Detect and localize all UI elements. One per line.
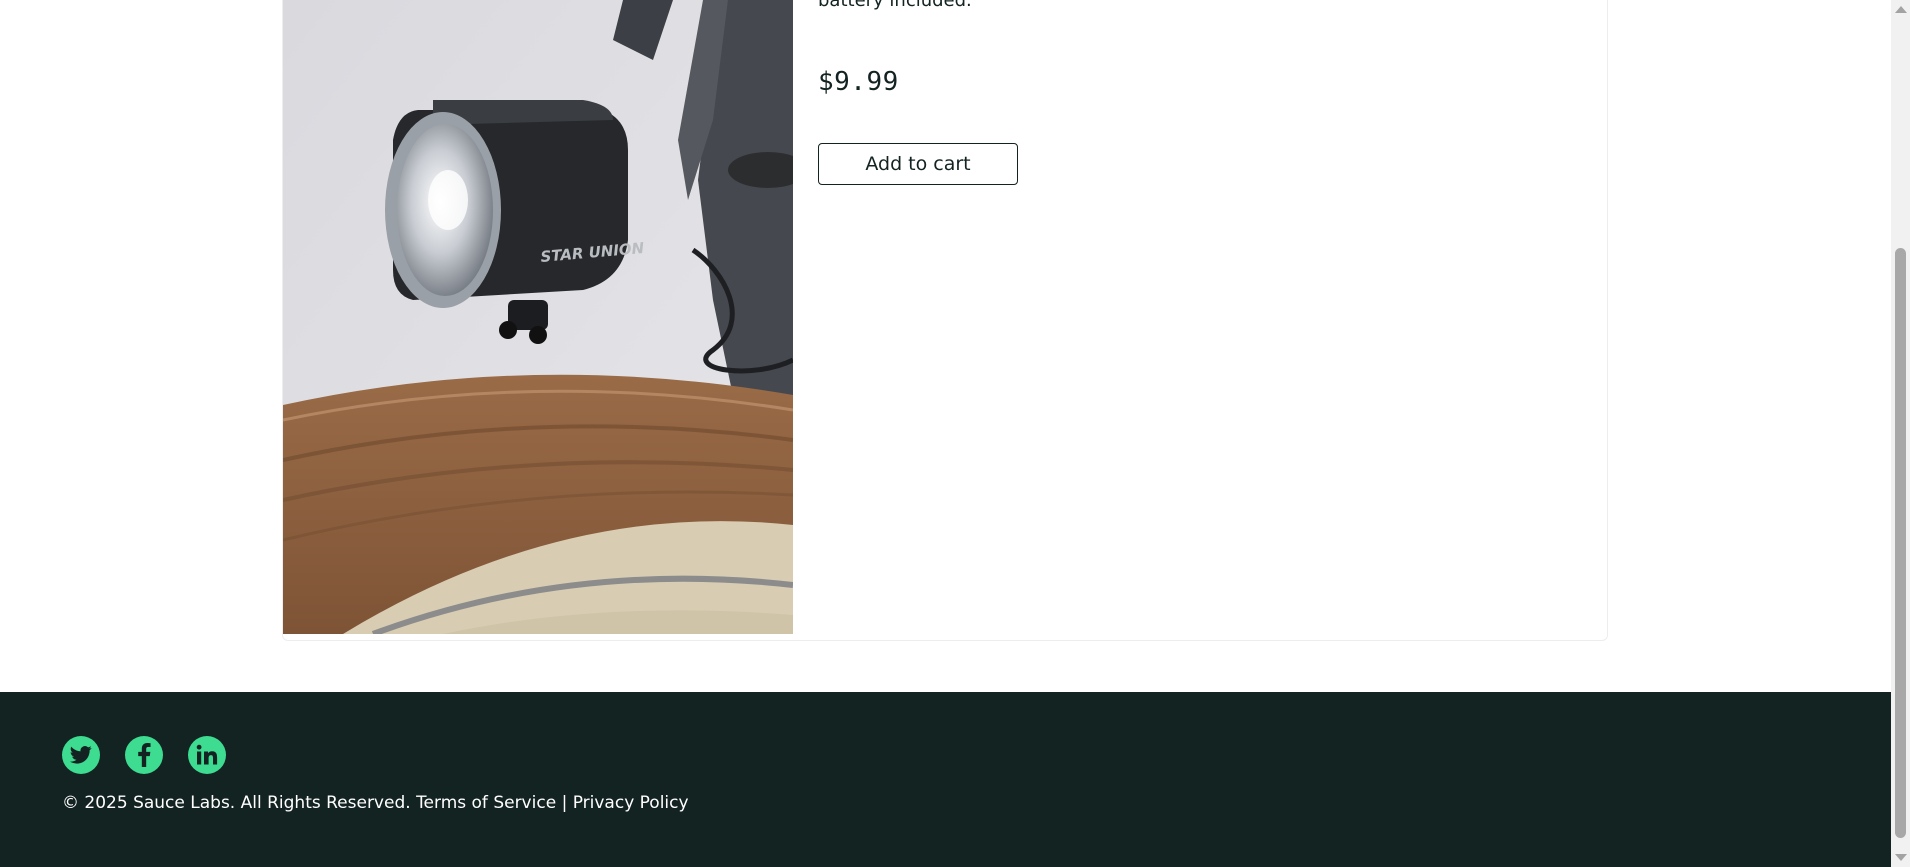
twitter-icon: [70, 746, 92, 764]
linkedin-icon: [196, 744, 218, 765]
product-image: STAR UNION: [283, 0, 793, 634]
copyright-text: © 2025 Sauce Labs. All Rights Reserved.: [62, 793, 411, 813]
footer: © 2025 Sauce Labs. All Rights Reserved. …: [0, 692, 1891, 867]
page: STAR UNION battery included. $9.99 Add t…: [0, 0, 1891, 867]
terms-of-service-link[interactable]: Terms of Service: [416, 793, 556, 813]
social-links: [62, 736, 226, 774]
scroll-down-icon[interactable]: [1895, 854, 1907, 861]
footer-separator: |: [561, 793, 568, 813]
scroll-up-icon[interactable]: [1895, 6, 1907, 13]
facebook-link[interactable]: [125, 736, 163, 774]
twitter-link[interactable]: [62, 736, 100, 774]
product-description: battery included.: [818, 0, 972, 11]
linkedin-link[interactable]: [188, 736, 226, 774]
add-to-cart-button[interactable]: Add to cart: [818, 143, 1018, 185]
privacy-policy-link[interactable]: Privacy Policy: [573, 793, 689, 813]
footer-legal: © 2025 Sauce Labs. All Rights Reserved. …: [62, 793, 689, 813]
vertical-scrollbar[interactable]: [1891, 0, 1910, 867]
facebook-icon: [138, 743, 151, 767]
scrollbar-thumb[interactable]: [1895, 248, 1906, 838]
product-price: $9.99: [818, 67, 899, 97]
